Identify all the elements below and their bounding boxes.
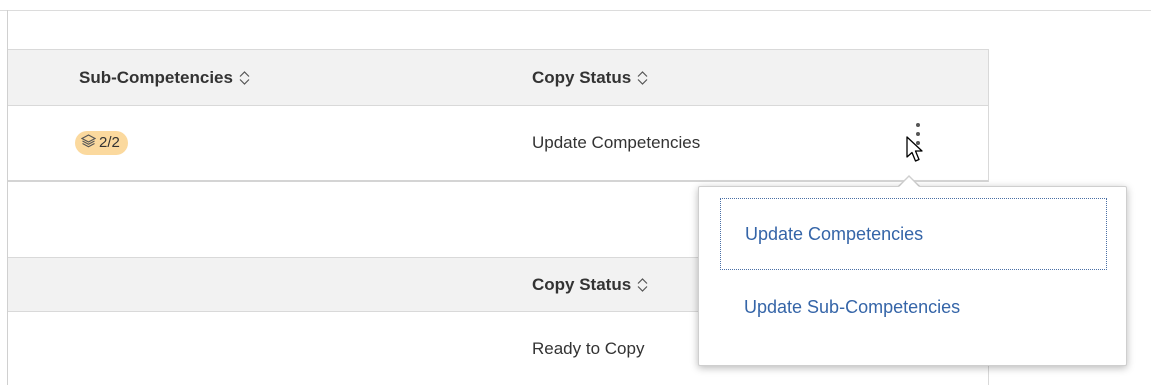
menu-item-update-competencies[interactable]: Update Competencies bbox=[720, 198, 1107, 270]
copy-status-cell: Update Competencies bbox=[532, 132, 701, 152]
layers-icon bbox=[80, 133, 97, 152]
sub-competencies-badge[interactable]: 2/2 bbox=[75, 130, 128, 155]
grid-header: Sub-Competencies Copy Status bbox=[8, 49, 988, 106]
sort-icon[interactable] bbox=[637, 70, 648, 85]
column-header-label: Sub-Competencies bbox=[79, 67, 233, 87]
column-header-copy-status[interactable]: Copy Status bbox=[532, 50, 648, 105]
top-divider bbox=[0, 10, 1151, 11]
actions-popover-menu: Update Competencies Update Sub-Competenc… bbox=[698, 186, 1127, 366]
popover-arrow-fill bbox=[898, 177, 920, 188]
table-row: 2/2 Update Competencies bbox=[8, 105, 988, 182]
column-header-label: Copy Status bbox=[532, 274, 632, 294]
copy-status-cell: Ready to Copy bbox=[532, 339, 645, 358]
sort-icon[interactable] bbox=[637, 277, 648, 292]
column-header-sub-competencies[interactable]: Sub-Competencies bbox=[79, 50, 250, 105]
badge-value: 2/2 bbox=[99, 134, 120, 151]
menu-item-update-sub-competencies[interactable]: Update Sub-Competencies bbox=[720, 271, 1107, 343]
sort-icon[interactable] bbox=[239, 70, 250, 85]
mouse-pointer-icon bbox=[906, 136, 926, 169]
column-header-label: Copy Status bbox=[532, 67, 632, 87]
competency-copy-grid: Sub-Competencies Copy Status 2/2 Update … bbox=[8, 49, 989, 182]
sub-competencies-cell: 2/2 bbox=[75, 105, 128, 180]
column-header-copy-status[interactable]: Copy Status bbox=[532, 258, 648, 311]
